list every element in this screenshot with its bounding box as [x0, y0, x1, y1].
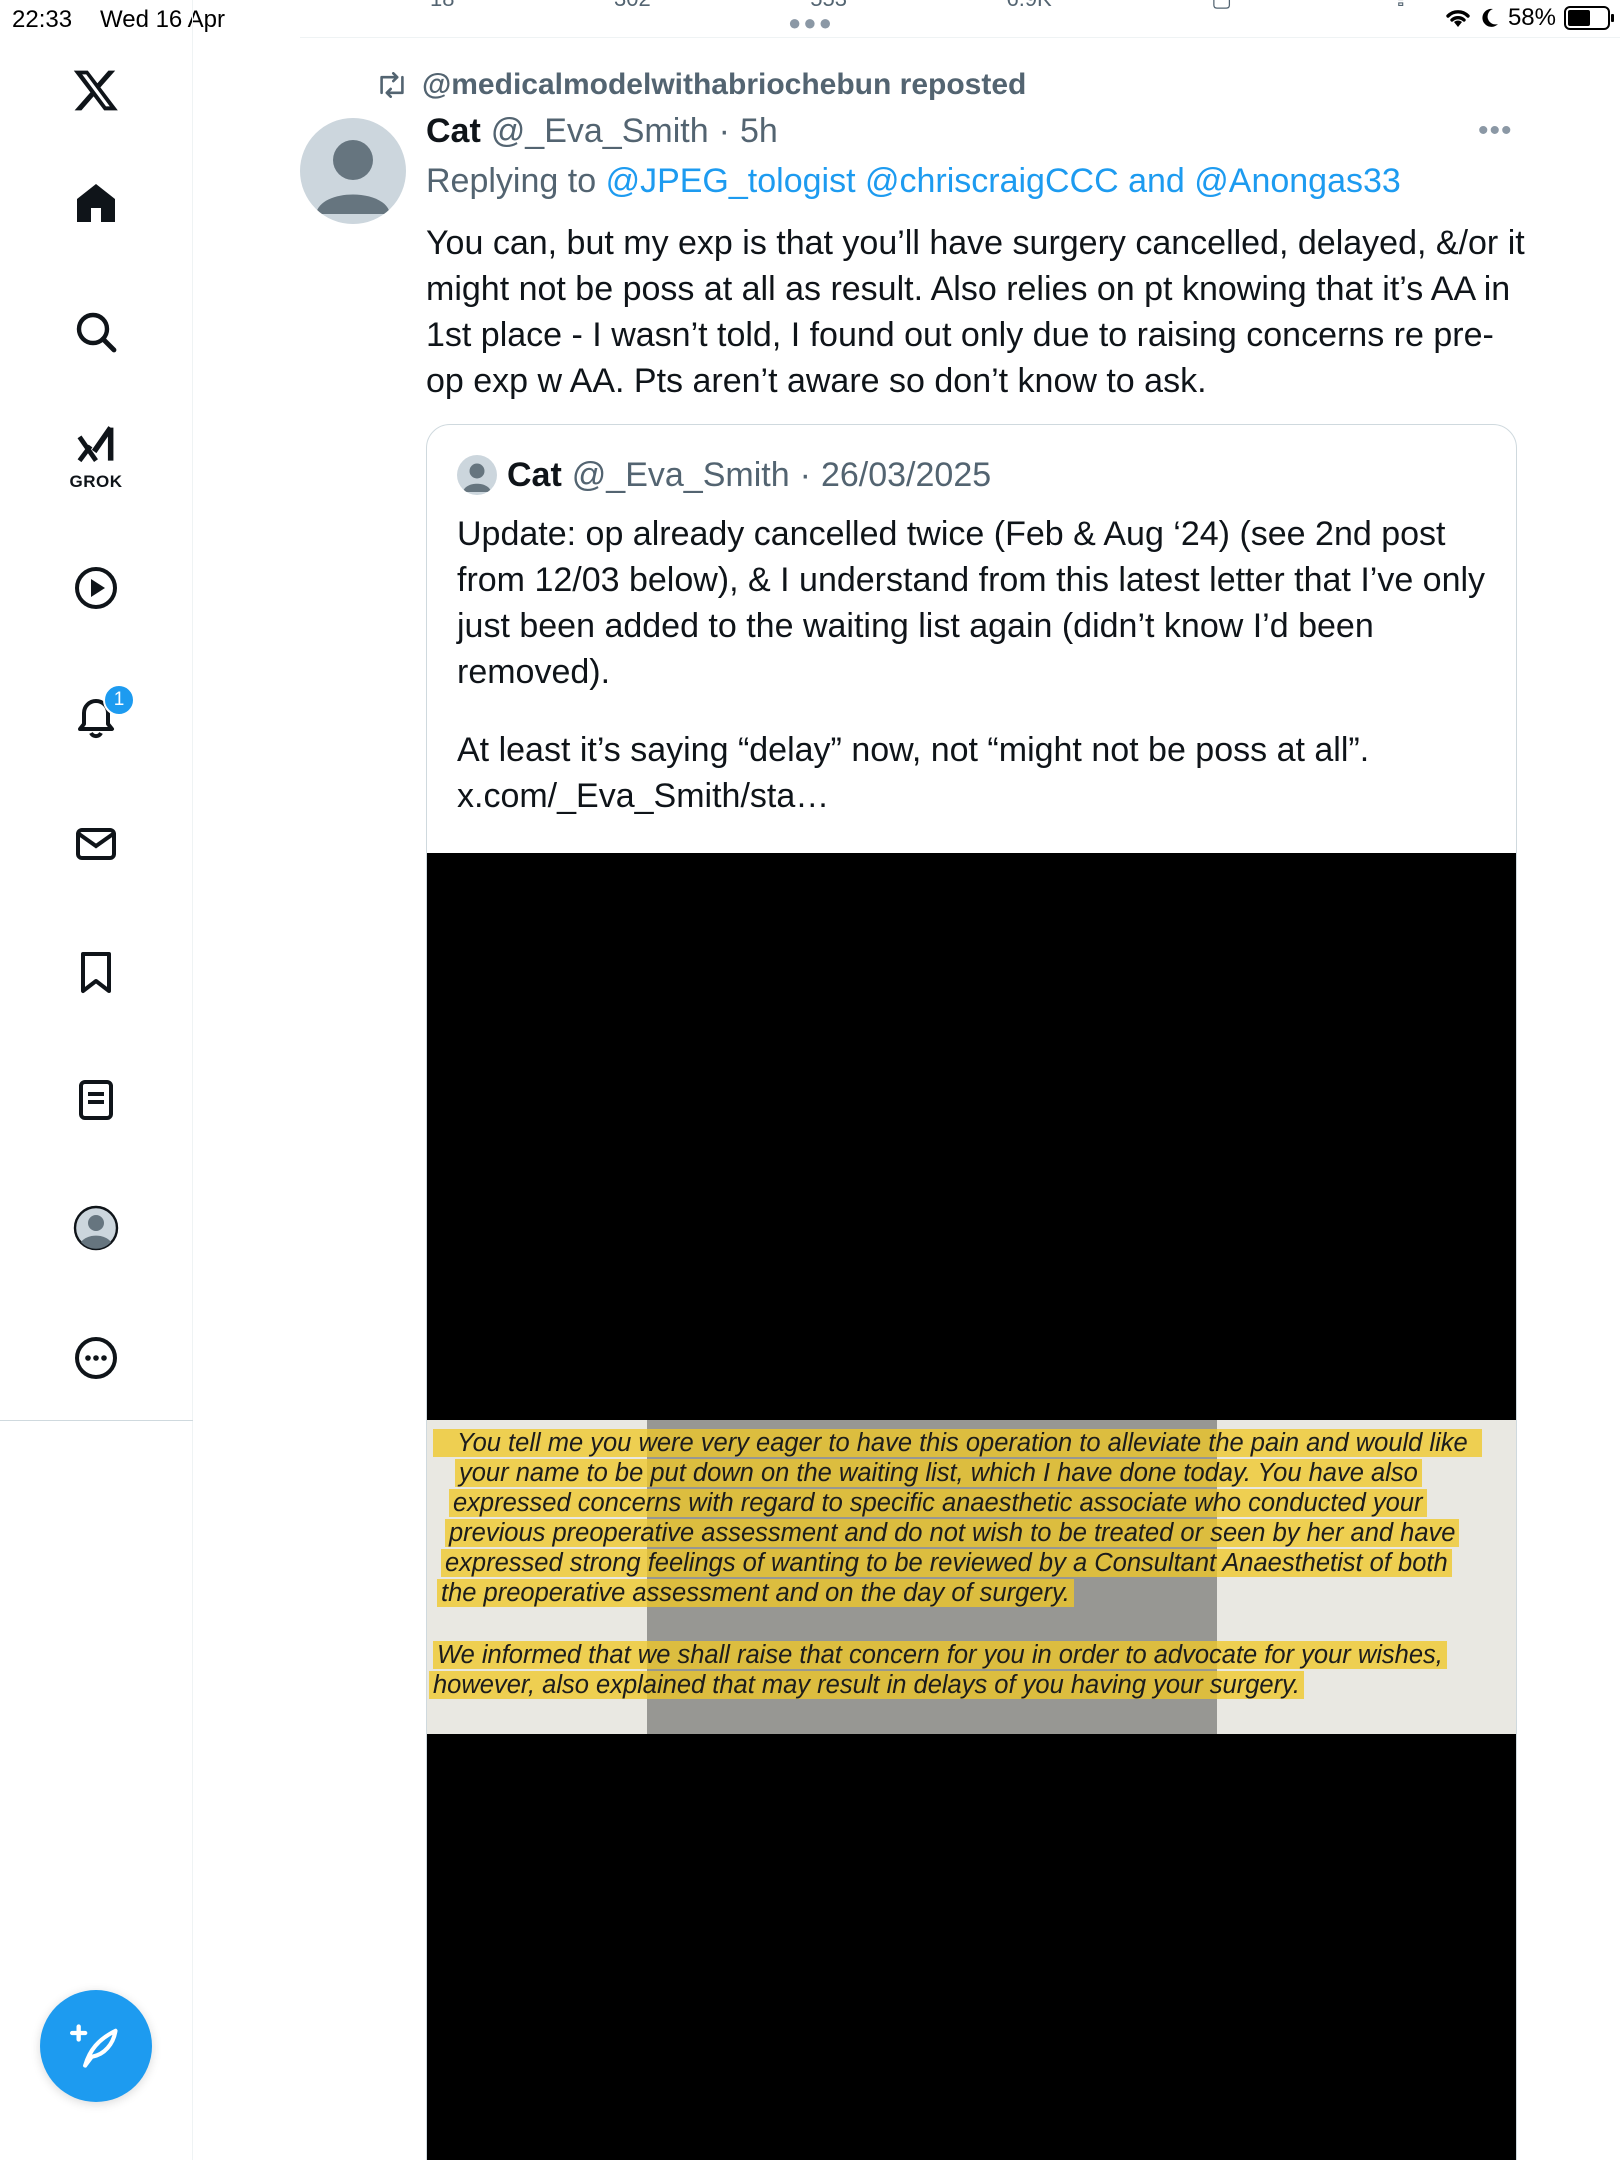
- view-count[interactable]: 6.9K: [1006, 0, 1051, 12]
- play-icon: [75, 567, 117, 609]
- quote-paragraph: At least it’s saying “delay” now, not “m…: [457, 731, 1370, 769]
- grok-icon: [77, 426, 114, 463]
- mention-link[interactable]: @JPEG_tologist: [606, 162, 856, 200]
- battery-percent: 58%: [1507, 4, 1556, 31]
- notification-badge: 1: [103, 684, 135, 716]
- status-indicators: 58%: [1444, 4, 1614, 32]
- grok-label: GROK: [69, 472, 123, 491]
- tweet-header: Cat @_Eva_Smith · 5h: [426, 112, 778, 151]
- multitasking-dots[interactable]: ●●●: [788, 10, 834, 36]
- letter-photo: You tell me you were very eager to have …: [427, 1420, 1516, 1734]
- replying-to: Replying to @JPEG_tologist @chriscraigCC…: [426, 162, 1401, 201]
- quote-header: Cat @_Eva_Smith · 26/03/2025: [457, 455, 991, 495]
- quote-author-handle: @_Eva_Smith: [571, 455, 790, 494]
- author-avatar[interactable]: [300, 118, 406, 224]
- attached-image[interactable]: You tell me you were very eager to have …: [427, 853, 1516, 2160]
- tweet-timestamp[interactable]: 5h: [740, 112, 778, 151]
- letter-line: your name to be put down on the waiting …: [455, 1458, 1422, 1488]
- sidebar-item-lists[interactable]: [60, 1064, 132, 1136]
- quoted-tweet[interactable]: Cat @_Eva_Smith · 26/03/2025 Update: op …: [426, 424, 1517, 2160]
- compose-post-button[interactable]: [40, 1990, 152, 2102]
- bookmark-icon: [81, 952, 111, 993]
- quote-author-name: Cat: [507, 455, 562, 494]
- share-icon[interactable]: ⇪: [1392, 0, 1410, 12]
- profile-avatar-icon: [73, 1205, 119, 1251]
- quote-text: Update: op already cancelled twice (Feb …: [457, 511, 1497, 819]
- repost-icon: [380, 72, 404, 98]
- default-avatar-icon: [463, 463, 491, 492]
- letter-line: We informed that we shall raise that con…: [433, 1640, 1447, 1670]
- letter-line: You tell me you were very eager to have …: [433, 1428, 1482, 1458]
- author-handle[interactable]: @_Eva_Smith: [491, 112, 709, 151]
- more-circle-icon: [75, 1337, 117, 1379]
- sidebar-item-messages[interactable]: [60, 808, 132, 880]
- like-count[interactable]: 553: [810, 0, 847, 12]
- reposted-by-text[interactable]: @medicalmodelwithabriochebun reposted: [422, 68, 1026, 102]
- quote-link[interactable]: x.com/_Eva_Smith/sta…: [457, 773, 1497, 819]
- sidebar-item-grok[interactable]: GROK: [60, 420, 132, 492]
- default-avatar-icon: [316, 140, 390, 214]
- sidebar-item-home[interactable]: [60, 168, 132, 240]
- tweet-text: You can, but my exp is that you’ll have …: [426, 224, 1525, 400]
- compose-feather-icon: [70, 2024, 118, 2068]
- author-name[interactable]: Cat: [426, 112, 481, 151]
- battery-fill: [1568, 10, 1591, 26]
- letter-line: previous preoperative assessment and do …: [445, 1518, 1460, 1548]
- header-separator: ·: [718, 112, 730, 150]
- repost-indicator: @medicalmodelwithabriochebun reposted: [376, 68, 1026, 102]
- quote-date: 26/03/2025: [820, 455, 992, 494]
- mail-icon: [76, 828, 116, 860]
- moon-icon: [1482, 8, 1498, 27]
- reply-count[interactable]: 18: [430, 0, 454, 12]
- battery-icon: [1564, 6, 1614, 30]
- wifi-icon: [1446, 10, 1470, 27]
- quote-avatar: [457, 455, 497, 495]
- tweet-divider: [300, 37, 1620, 38]
- x-logo[interactable]: [60, 54, 132, 126]
- sidebar-item-more[interactable]: [60, 1322, 132, 1394]
- mention-link[interactable]: @chriscraigCCC: [865, 162, 1119, 200]
- sidebar-item-bookmarks[interactable]: [60, 936, 132, 1008]
- sidebar-item-notifications[interactable]: 1: [60, 680, 135, 752]
- letter-line: expressed concerns with regard to specif…: [449, 1488, 1427, 1518]
- quote-paragraph: Update: op already cancelled twice (Feb …: [457, 515, 1486, 691]
- list-icon: [79, 1080, 113, 1120]
- previous-tweet-actions: 18 302 553 6.9K ▢ ⇪: [430, 0, 1410, 12]
- sidebar-divider: [0, 1420, 193, 1421]
- letter-line: expressed strong feelings of wanting to …: [441, 1548, 1452, 1578]
- replying-and[interactable]: and: [1128, 162, 1185, 200]
- sidebar-nav: GROK 1: [0, 0, 193, 2160]
- mention-link[interactable]: @Anongas33: [1194, 162, 1401, 200]
- home-icon: [77, 184, 115, 222]
- x-logo-icon: [73, 70, 118, 111]
- letter-line: the preoperative assessment and on the d…: [437, 1578, 1074, 1608]
- sidebar-item-search[interactable]: [60, 296, 132, 368]
- replying-prefix: Replying to: [426, 162, 597, 200]
- tweet-more-menu[interactable]: •••: [1478, 114, 1513, 148]
- bookmark-icon[interactable]: ▢: [1211, 0, 1232, 12]
- sidebar-item-video[interactable]: [60, 552, 132, 624]
- quote-separator: ·: [799, 455, 811, 494]
- repost-count[interactable]: 302: [614, 0, 651, 12]
- sidebar-item-profile[interactable]: [60, 1192, 132, 1264]
- letter-line: however, also explained that may result …: [429, 1670, 1304, 1700]
- search-icon: [76, 312, 117, 353]
